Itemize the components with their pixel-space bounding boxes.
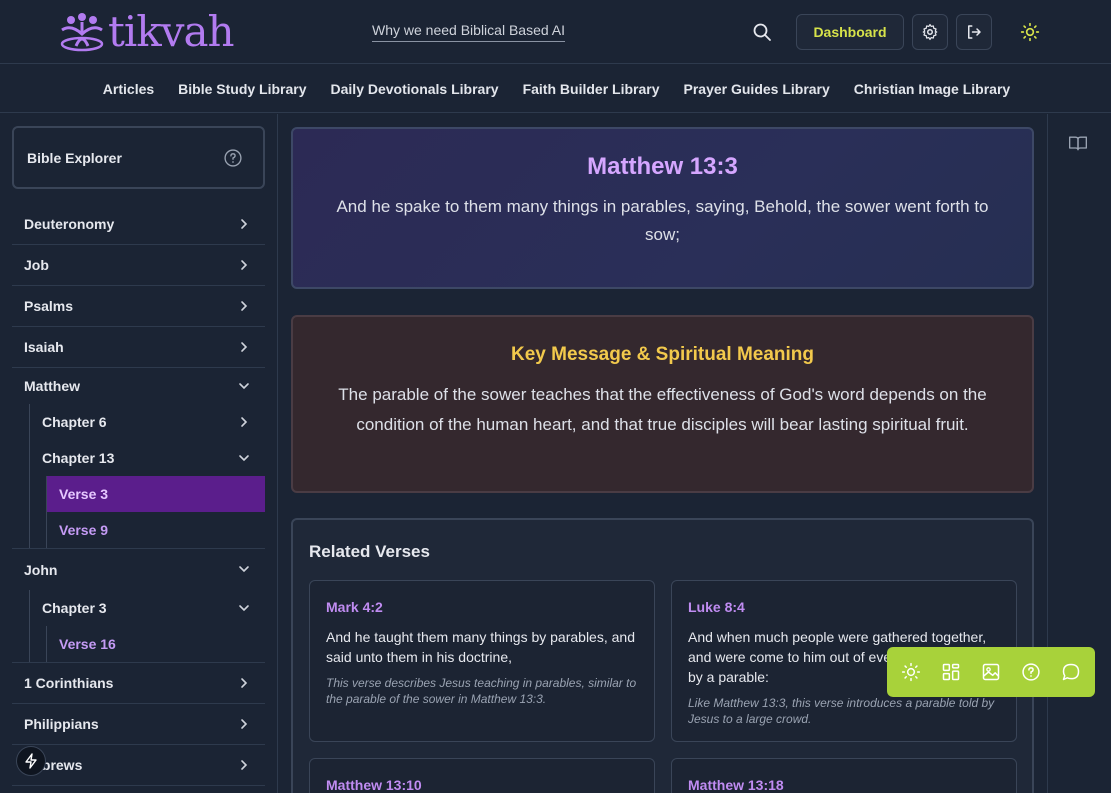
chevron-right-icon [241,417,248,427]
nav-articles[interactable]: Articles [103,81,154,97]
chapter-label: Chapter 13 [42,450,115,466]
related-verse-note: Like Matthew 13:3, this verse introduces… [688,696,995,726]
verse-card: Matthew 13:3 And he spake to them many t… [291,127,1034,289]
book-item-philippians[interactable]: Philippians [12,704,265,745]
logo-people-icon [60,13,104,52]
related-verses-title: Related Verses [309,542,430,561]
nav-daily-devotionals-library[interactable]: Daily Devotionals Library [331,81,499,97]
book-item-isaiah[interactable]: Isaiah [12,327,265,368]
verse-list: Verse 16 [46,626,265,662]
chevron-down-icon [239,605,249,612]
settings-button[interactable] [912,14,948,50]
related-verse-note: This verse describes Jesus teaching in p… [326,676,637,706]
verse-text: And he spake to them many things in para… [336,197,989,244]
related-verse-ref[interactable]: Mark 4:2 [326,599,638,615]
chat-bubble-icon[interactable] [1055,656,1087,688]
book-tree: Deuteronomy Job Psalms Isaiah Matthew Ch… [12,204,265,786]
gear-icon [922,23,938,41]
logout-button[interactable] [956,14,992,50]
dev-tools-button[interactable] [16,746,46,776]
verse-reference: Matthew 13:3 [587,153,738,180]
chapter-list: Chapter 3 Verse 16 [29,590,265,662]
spiritual-meaning-title: Key Message & Spiritual Meaning [510,344,815,365]
related-verse-ref[interactable]: Matthew 13:18 [688,777,1000,793]
book-label: Psalms [24,298,74,314]
bible-explorer-header: Bible Explorer [12,126,265,189]
sun-icon [1020,22,1040,42]
chapter-item-13[interactable]: Chapter 13 [30,440,265,476]
related-verse-text: And he taught them many things by parabl… [326,629,635,665]
related-verse-item[interactable]: Matthew 13:10 [309,758,655,793]
related-verse-ref[interactable]: Luke 8:4 [688,599,1000,615]
library-nav: Articles Bible Study Library Daily Devot… [0,65,1111,113]
chevron-down-icon [239,455,249,462]
book-item-deuteronomy[interactable]: Deuteronomy [12,204,265,245]
book-label: Philippians [24,716,99,732]
book-item-john[interactable]: John [12,549,265,590]
chevron-right-icon [241,301,248,311]
chevron-right-icon [241,342,248,352]
nav-bible-study-library[interactable]: Bible Study Library [178,81,306,97]
help-circle-icon[interactable] [1015,656,1047,688]
chevron-right-icon [241,719,248,729]
nav-christian-image-library[interactable]: Christian Image Library [854,81,1010,97]
book-item-matthew[interactable]: Matthew [12,368,265,404]
logo-text: tikvah [108,7,235,56]
book-item-psalms[interactable]: Psalms [12,286,265,327]
help-circle-icon[interactable] [223,148,243,173]
chevron-right-icon [241,260,248,270]
bible-explorer-sidebar: Bible Explorer Deuteronomy Job Psalms Is… [0,114,278,793]
book-item-job[interactable]: Job [12,245,265,286]
book-label: Isaiah [24,339,64,355]
lightning-bolt-icon [25,753,37,769]
chapter-list: Chapter 6 Chapter 13 Verse 3 Verse 9 [29,404,265,548]
spiritual-meaning-card: Key Message & Spiritual Meaning The para… [291,315,1034,493]
logo[interactable]: tikvah [58,7,235,56]
book-label: Job [24,257,49,273]
nav-faith-builder-library[interactable]: Faith Builder Library [523,81,660,97]
search-button[interactable] [746,16,778,48]
book-label: Deuteronomy [24,216,115,232]
chevron-right-icon [241,760,248,770]
matthew-children: Chapter 6 Chapter 13 Verse 3 Verse 9 [12,404,265,549]
dashboard-button[interactable]: Dashboard [796,14,904,50]
chapter-item-6[interactable]: Chapter 6 [30,404,265,440]
open-book-icon[interactable] [1068,134,1088,152]
theme-toggle-button[interactable] [1012,14,1048,50]
related-verse-item[interactable]: Mark 4:2 And he taught them many things … [309,580,655,742]
chevron-down-icon [239,383,249,390]
book-label: Matthew [24,378,80,394]
related-verse-item[interactable]: Matthew 13:18 [671,758,1017,793]
book-label: John [24,561,58,578]
verse-item-16[interactable]: Verse 16 [47,626,265,662]
verse-item-9[interactable]: Verse 9 [47,512,265,548]
top-header: tikvah Why we need Biblical Based AI Das… [0,0,1111,64]
verse-list: Verse 3 Verse 9 [46,476,265,548]
chevron-down-icon [239,566,249,573]
sun-icon[interactable] [895,656,927,688]
book-item-1-corinthians[interactable]: 1 Corinthians [12,663,265,704]
logout-icon [968,25,981,39]
chapter-label: Chapter 6 [42,414,107,430]
book-item-hebrews[interactable]: Hebrews [12,745,265,786]
john-children: Chapter 3 Verse 16 [12,590,265,663]
spiritual-meaning-text: The parable of the sower teaches that th… [338,385,987,434]
nav-prayer-guides-library[interactable]: Prayer Guides Library [684,81,830,97]
search-icon [753,23,771,41]
verse-item-3[interactable]: Verse 3 [47,476,265,512]
related-verse-ref[interactable]: Matthew 13:10 [326,777,638,793]
image-icon[interactable] [975,656,1007,688]
apps-grid-icon[interactable] [935,656,967,688]
book-label: 1 Corinthians [24,675,114,691]
chevron-right-icon [241,678,248,688]
why-biblical-ai-link[interactable]: Why we need Biblical Based AI [372,22,565,42]
chapter-label: Chapter 3 [42,600,107,616]
chevron-right-icon [241,219,248,229]
floating-toolbar [887,647,1095,697]
chapter-item-3[interactable]: Chapter 3 [30,590,265,626]
bible-explorer-title: Bible Explorer [27,150,122,166]
